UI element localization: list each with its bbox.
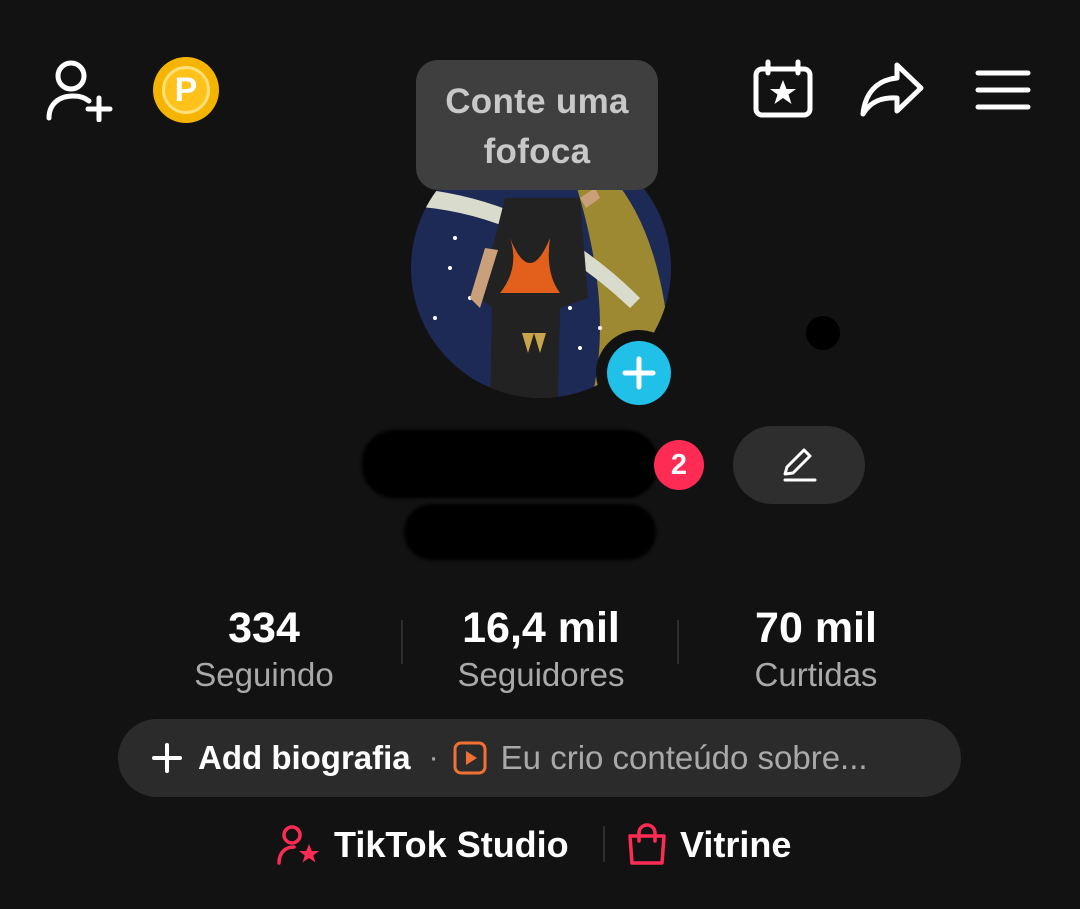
share-icon: [860, 62, 924, 117]
coin-icon: P: [153, 57, 219, 123]
stat-likes[interactable]: 70 mil Curtidas: [686, 600, 946, 696]
tiktok-studio-label: TikTok Studio: [334, 824, 569, 865]
stat-followers-value: 16,4 mil: [462, 604, 620, 652]
calendar-button[interactable]: [748, 56, 818, 122]
stat-divider: [401, 620, 403, 664]
bio-separator: ·: [428, 741, 439, 774]
stat-likes-label: Curtidas: [754, 656, 878, 693]
add-friend-button[interactable]: [40, 55, 116, 125]
stat-following-value: 334: [228, 604, 300, 652]
edit-pencil-icon: [783, 448, 817, 482]
plus-icon: [152, 743, 182, 773]
edit-profile-button[interactable]: [733, 426, 865, 504]
showcase-label: Vitrine: [680, 824, 792, 865]
stat-followers-label: Seguidores: [457, 656, 625, 693]
add-story-plus: [607, 341, 671, 405]
play-icon: [453, 741, 487, 775]
add-bio-label: Add biografia: [198, 739, 411, 776]
stat-likes-value: 70 mil: [755, 604, 877, 652]
menu-icon: [975, 70, 1031, 110]
plus-icon: [622, 356, 656, 390]
tooltip-line-1: Conte uma: [445, 82, 629, 121]
add-story-button[interactable]: [596, 330, 682, 416]
stat-divider: [677, 620, 679, 664]
story-prompt-tooltip[interactable]: Conte uma fofoca: [416, 60, 658, 190]
showcase-link[interactable]: Vitrine: [626, 820, 791, 870]
menu-button[interactable]: [970, 60, 1036, 120]
stat-following[interactable]: 334 Seguindo: [134, 600, 394, 696]
tooltip-line-2: fofoca: [483, 132, 591, 171]
coins-button[interactable]: P: [152, 56, 220, 124]
bio-hint: Eu crio conteúdo sobre...: [500, 739, 868, 776]
studio-icon: [277, 825, 319, 865]
stat-following-label: Seguindo: [194, 656, 334, 693]
add-friend-icon: [46, 60, 113, 122]
calendar-star-icon: [753, 59, 813, 118]
redaction-dot: [806, 316, 840, 350]
coin-letter: P: [162, 66, 210, 114]
share-button[interactable]: [856, 56, 928, 122]
tiktok-studio-link[interactable]: TikTok Studio: [276, 820, 569, 870]
redacted-username: [404, 504, 656, 560]
shopping-bag-icon: [628, 823, 666, 865]
notification-badge: 2: [654, 440, 704, 490]
add-bio-button[interactable]: Add biografia · Eu crio conteúdo sobre..…: [118, 719, 961, 797]
stat-followers[interactable]: 16,4 mil Seguidores: [411, 600, 671, 696]
redacted-display-name: [362, 430, 658, 498]
link-divider: [603, 826, 605, 862]
